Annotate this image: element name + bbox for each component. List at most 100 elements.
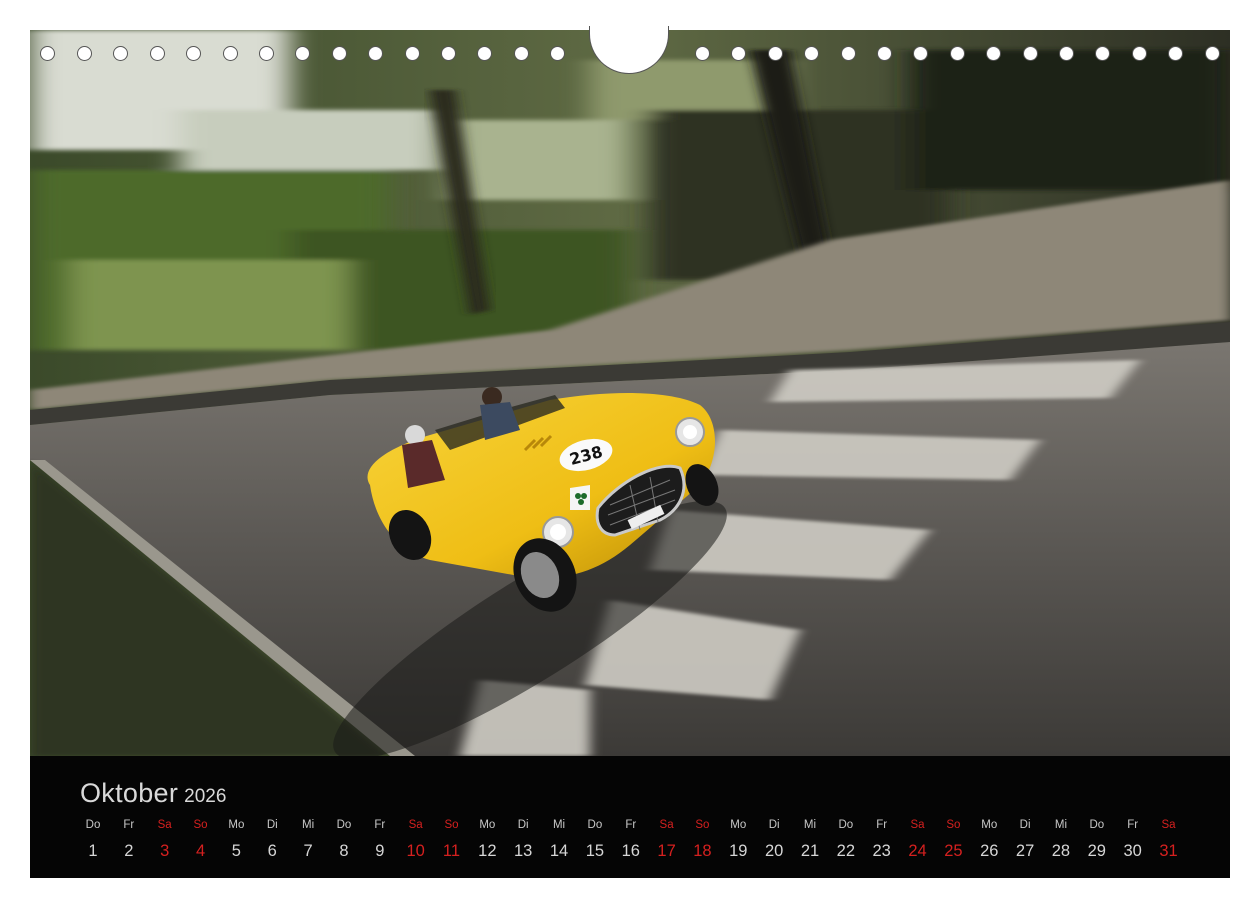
weekday-label: Mo [479, 819, 496, 831]
day-number: 17 [657, 842, 676, 860]
weekday-label: So [946, 819, 961, 831]
day-cell: Do 8 [326, 818, 362, 861]
day-cell: Mo 12 [469, 818, 505, 861]
day-cell: Sa 31 [1151, 818, 1187, 861]
day-cell: Mi 28 [1043, 818, 1079, 861]
day-cell: Fr 9 [362, 818, 398, 861]
weekday-label: Mi [552, 819, 566, 831]
day-number: 13 [514, 842, 533, 860]
day-number: 26 [980, 842, 999, 860]
weekday-label: Di [768, 819, 780, 831]
weekday-label: Do [85, 819, 101, 831]
day-number: 1 [88, 842, 98, 860]
weekday-label: Do [1089, 819, 1105, 831]
weekday-label: Mi [803, 819, 817, 831]
day-cell: Fr 23 [864, 818, 900, 861]
day-number: 2 [124, 842, 134, 860]
day-cell: So 11 [434, 818, 470, 861]
day-number: 9 [375, 842, 385, 860]
weekday-label: Di [517, 819, 529, 831]
day-cell: Fr 30 [1115, 818, 1151, 861]
weekday-label: Fr [123, 819, 135, 831]
weekday-label: Mo [228, 819, 245, 831]
day-number: 23 [872, 842, 891, 860]
day-number: 14 [549, 842, 569, 860]
day-cell: Mi 14 [541, 818, 577, 861]
weekday-label: Mi [302, 819, 315, 831]
day-number: 29 [1087, 842, 1106, 860]
day-number: 15 [585, 842, 605, 860]
weekday-label: Di [1019, 819, 1031, 831]
day-cell: Fr 16 [613, 818, 649, 861]
weekday-label: Di [266, 819, 278, 831]
day-number: 5 [231, 842, 241, 860]
day-number: 11 [442, 842, 461, 860]
weekday-label: Sa [659, 819, 674, 831]
weekday-label: So [193, 819, 208, 831]
day-number: 28 [1051, 842, 1071, 860]
day-cell: Sa 10 [398, 818, 434, 861]
weekday-label: Sa [910, 819, 925, 831]
calendar-sheet: 238 Oktober 2026 Do 1 Fr 2 Sa 3 So 4 Mo … [30, 30, 1230, 878]
day-number: 7 [303, 842, 313, 860]
month-name: Oktober [80, 778, 179, 808]
day-number: 10 [406, 842, 425, 860]
day-number: 18 [693, 842, 712, 860]
weekday-label: Sa [1161, 819, 1176, 831]
weekday-label: Do [838, 819, 854, 831]
day-cell: Mo 26 [971, 818, 1007, 861]
day-cell: Sa 24 [900, 818, 936, 861]
weekday-label: Mi [1054, 819, 1067, 831]
day-number: 8 [339, 842, 349, 860]
day-cell: Do 1 [75, 818, 111, 861]
day-number: 30 [1123, 842, 1142, 860]
weekday-label: Fr [876, 819, 888, 831]
day-number: 16 [621, 842, 640, 860]
day-number: 3 [160, 842, 170, 860]
weekday-label: Mo [730, 819, 747, 831]
day-cell: Di 13 [505, 818, 541, 861]
day-number: 4 [195, 842, 206, 860]
day-cell: Do 29 [1079, 818, 1115, 861]
weekday-label: Do [336, 819, 352, 831]
race-car-photo: 238 [30, 30, 1230, 756]
day-cell: Mi 21 [792, 818, 828, 861]
day-cell: Mo 19 [720, 818, 756, 861]
weekday-label: Do [587, 819, 603, 831]
day-number: 22 [836, 842, 856, 860]
day-row: Do 1 Fr 2 Sa 3 So 4 Mo 5 Di 6 Mi 7 Do 8 Fr 9 Sa 10 So 11 Mo 12 D… [75, 818, 1185, 868]
day-number: 20 [764, 842, 784, 860]
day-cell: So 4 [183, 818, 219, 861]
weekday-label: So [695, 819, 710, 831]
day-number: 19 [729, 842, 748, 860]
year: 2026 [184, 786, 227, 807]
weekday-label: Sa [157, 819, 172, 831]
weekday-label: Mo [981, 819, 998, 831]
day-number: 25 [944, 842, 963, 860]
day-number: 6 [267, 842, 277, 860]
weekday-label: So [444, 819, 459, 831]
calendar-page: 238 Oktober 2026 Do 1 Fr 2 Sa 3 So 4 Mo … [0, 0, 1260, 908]
weekday-label: Fr [625, 819, 637, 831]
day-cell: So 18 [684, 818, 720, 861]
day-number: 31 [1159, 842, 1178, 860]
day-cell: Mi 7 [290, 818, 326, 861]
day-number: 27 [1015, 842, 1035, 860]
day-cell: Di 6 [254, 818, 290, 861]
day-cell: Sa 3 [147, 818, 183, 861]
day-number: 24 [908, 842, 927, 860]
day-cell: Do 22 [828, 818, 864, 861]
day-cell: Sa 17 [649, 818, 685, 861]
day-cell: Fr 2 [111, 818, 147, 861]
weekday-label: Fr [374, 819, 386, 831]
day-cell: Mo 5 [218, 818, 254, 861]
day-cell: Di 27 [1007, 818, 1043, 861]
weekday-label: Sa [408, 819, 423, 831]
day-number: 12 [478, 842, 497, 860]
calendar-title: Oktober 2026 [80, 778, 226, 809]
day-cell: Di 20 [756, 818, 792, 861]
weekday-label: Fr [1127, 819, 1139, 831]
day-cell: So 25 [935, 818, 971, 861]
day-number: 21 [800, 842, 820, 860]
calendar-strip: Oktober 2026 Do 1 Fr 2 Sa 3 So 4 Mo 5 Di 6 Mi 7 Do 8 Fr 9 S… [30, 756, 1230, 878]
